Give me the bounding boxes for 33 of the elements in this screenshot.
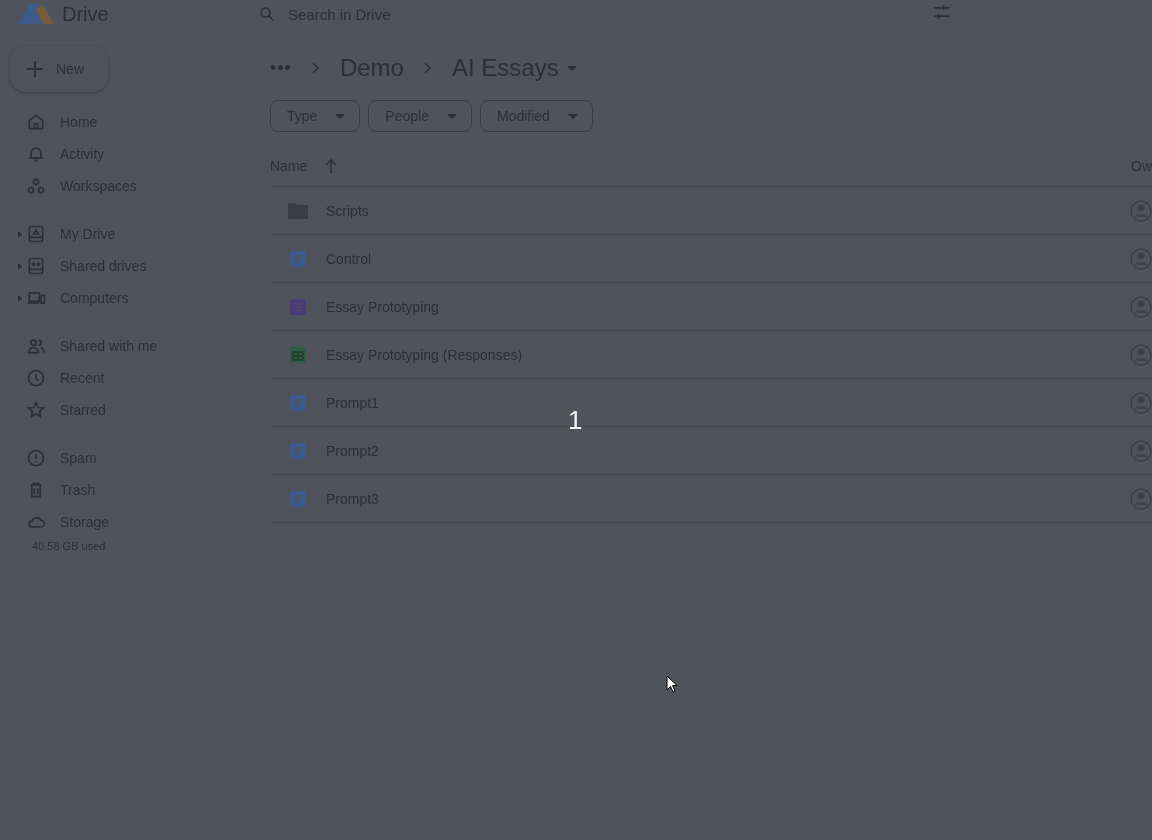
people-icon (26, 336, 46, 356)
document-icon (290, 394, 306, 411)
workspaces-icon (26, 176, 46, 196)
chevron-icon (311, 62, 320, 74)
warning-icon (26, 448, 46, 468)
chevron-icon (423, 62, 432, 74)
plus-icon (26, 60, 44, 78)
caret-icon (335, 113, 346, 119)
clock-icon (26, 368, 46, 388)
document-icon (290, 442, 306, 459)
countdown-number: 1 (568, 405, 583, 436)
expand-arrow-icon[interactable] (18, 295, 22, 302)
drive-icon (26, 224, 46, 244)
caret-icon (446, 113, 457, 119)
search-icon (258, 5, 276, 23)
document-icon (290, 250, 306, 267)
cursor-icon (666, 675, 678, 693)
caret-icon (567, 113, 578, 119)
sort-arrow-icon[interactable] (325, 159, 338, 173)
expand-arrow-icon[interactable] (18, 231, 22, 238)
more-folders-button[interactable]: ••• (270, 57, 292, 79)
folder-icon (287, 201, 309, 220)
shared-drive-icon (26, 256, 46, 276)
expand-arrow-icon[interactable] (18, 263, 22, 270)
home-icon (26, 112, 46, 132)
form-icon (290, 298, 306, 315)
drive-logo-icon (18, 4, 54, 24)
spreadsheet-icon (290, 346, 306, 363)
filter-icon (932, 2, 952, 22)
bell-icon (26, 144, 46, 164)
dropdown-caret-icon (566, 65, 577, 71)
document-icon (290, 490, 306, 507)
star-icon (26, 400, 46, 420)
